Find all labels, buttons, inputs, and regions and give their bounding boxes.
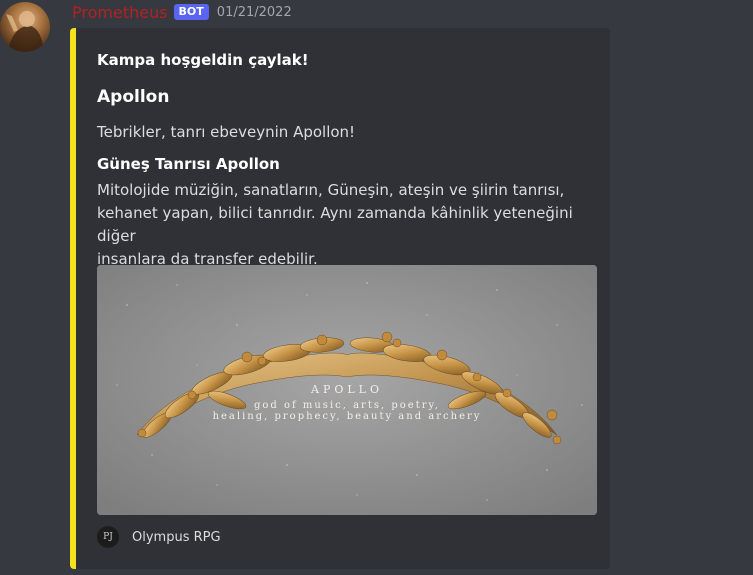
embed-field-name: Güneş Tanrısı Apollon: [97, 155, 280, 173]
bot-tag: BOT: [173, 4, 209, 20]
message-header: Prometheus BOT 01/21/2022: [72, 1, 292, 23]
username[interactable]: Prometheus: [72, 3, 168, 22]
field-line: kehanet yapan, bilici tanrıdır. Aynı zam…: [97, 204, 573, 245]
image-subtitle-line: healing, prophecy, beauty and archery: [212, 411, 482, 422]
image-subtitle-line: god of music, arts, poetry,: [253, 400, 440, 411]
embed-title: Apollon: [97, 87, 170, 107]
footer-text: Olympus RPG: [132, 529, 221, 545]
embed-description: Tebrikler, tanrı ebeveynin Apollon!: [97, 123, 356, 141]
embed-image[interactable]: APOLLO god of music, arts, poetry, heali…: [97, 265, 597, 515]
timestamp: 01/21/2022: [216, 4, 292, 20]
embed-footer: PJ Olympus RPG: [97, 525, 221, 549]
footer-icon: PJ: [97, 526, 119, 548]
bot-avatar[interactable]: [0, 2, 50, 52]
image-subtitle: god of music, arts, poetry, healing, pro…: [97, 400, 597, 422]
embed-author: Kampa hoşgeldin çaylak!: [97, 51, 309, 69]
embed-card: Kampa hoşgeldin çaylak! Apollon Tebrikle…: [70, 28, 610, 569]
image-title: APOLLO: [311, 383, 383, 396]
embed-field-value: Mitolojide müziğin, sanatların, Güneşin,…: [97, 179, 597, 271]
field-line: Mitolojide müziğin, sanatların, Güneşin,…: [97, 181, 565, 199]
